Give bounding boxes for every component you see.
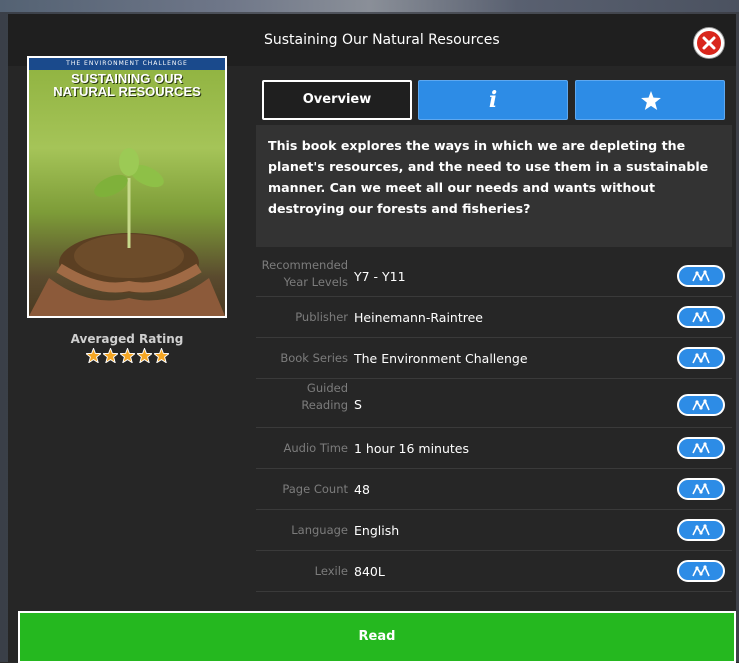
detail-label: Audio Time [283, 441, 349, 455]
detail-link-button[interactable] [677, 306, 725, 328]
detail-link-button[interactable] [677, 560, 725, 582]
read-button[interactable]: Read [18, 611, 736, 663]
detail-row: Audio Time 1 hour 16 minutes [256, 428, 732, 469]
detail-link-button[interactable] [677, 478, 725, 500]
detail-row: Lexile 840L [256, 551, 732, 592]
cover-series-banner: THE ENVIRONMENT CHALLENGE [29, 58, 225, 70]
related-books-icon [692, 565, 710, 577]
rating-stars [86, 348, 176, 364]
detail-label: Lexile [314, 564, 348, 578]
detail-label: Recommended Year Levels [261, 258, 348, 289]
close-button[interactable] [694, 28, 724, 58]
detail-value: 840L [354, 564, 385, 579]
detail-row: Publisher Heinemann-Raintree [256, 297, 732, 338]
detail-label: Guided Reading [301, 381, 348, 412]
detail-value: Y7 - Y11 [354, 269, 406, 284]
backdrop-strip [0, 0, 739, 12]
rating-star-icon [120, 348, 135, 363]
detail-row: Recommended Year Levels Y7 - Y11 [256, 256, 732, 297]
modal-title: Sustaining Our Natural Resources [264, 32, 500, 48]
detail-value: Heinemann-Raintree [354, 310, 483, 325]
cover-title: SUSTAINING OUR NATURAL RESOURCES [29, 72, 225, 98]
related-books-icon [692, 352, 710, 364]
rating-star-icon [154, 348, 169, 363]
rating-star-icon [103, 348, 118, 363]
tab-info[interactable]: i [418, 80, 568, 120]
book-details-modal: Sustaining Our Natural Resources THE ENV… [8, 14, 736, 663]
related-books-icon [692, 399, 710, 411]
detail-label: Publisher [295, 310, 348, 324]
detail-link-button[interactable] [677, 265, 725, 287]
detail-value: The Environment Challenge [354, 351, 528, 366]
star-icon [641, 91, 661, 110]
book-description: This book explores the ways in which we … [256, 125, 732, 247]
detail-link-button[interactable] [677, 394, 725, 416]
detail-label: Language [291, 523, 348, 537]
related-books-icon [692, 442, 710, 454]
rating-star-icon [137, 348, 152, 363]
info-icon: i [488, 87, 498, 113]
close-icon [702, 36, 716, 50]
tab-favourite[interactable] [575, 80, 725, 120]
detail-link-button[interactable] [677, 347, 725, 369]
detail-row: Book Series The Environment Challenge [256, 338, 732, 379]
averaged-rating-label: Averaged Rating [70, 332, 184, 346]
detail-link-button[interactable] [677, 437, 725, 459]
description-text: This book explores the ways in which we … [268, 138, 709, 216]
detail-row: Language English [256, 510, 732, 551]
rating-star-icon [86, 348, 101, 363]
cover-title-line-2: NATURAL RESOURCES [53, 84, 201, 99]
detail-row: Guided Reading S [256, 379, 732, 428]
detail-label: Book Series [280, 351, 348, 365]
detail-label: Page Count [282, 482, 348, 496]
detail-value: S [354, 397, 362, 412]
detail-value: 48 [354, 482, 370, 497]
related-books-icon [692, 270, 710, 282]
tab-overview[interactable]: Overview [262, 80, 412, 120]
book-cover: THE ENVIRONMENT CHALLENGE SUSTAINING OUR… [27, 56, 227, 318]
related-books-icon [692, 524, 710, 536]
detail-row: Page Count 48 [256, 469, 732, 510]
detail-link-button[interactable] [677, 519, 725, 541]
related-books-icon [692, 483, 710, 495]
detail-value: 1 hour 16 minutes [354, 441, 470, 456]
detail-value: English [354, 523, 400, 538]
related-books-icon [692, 311, 710, 323]
